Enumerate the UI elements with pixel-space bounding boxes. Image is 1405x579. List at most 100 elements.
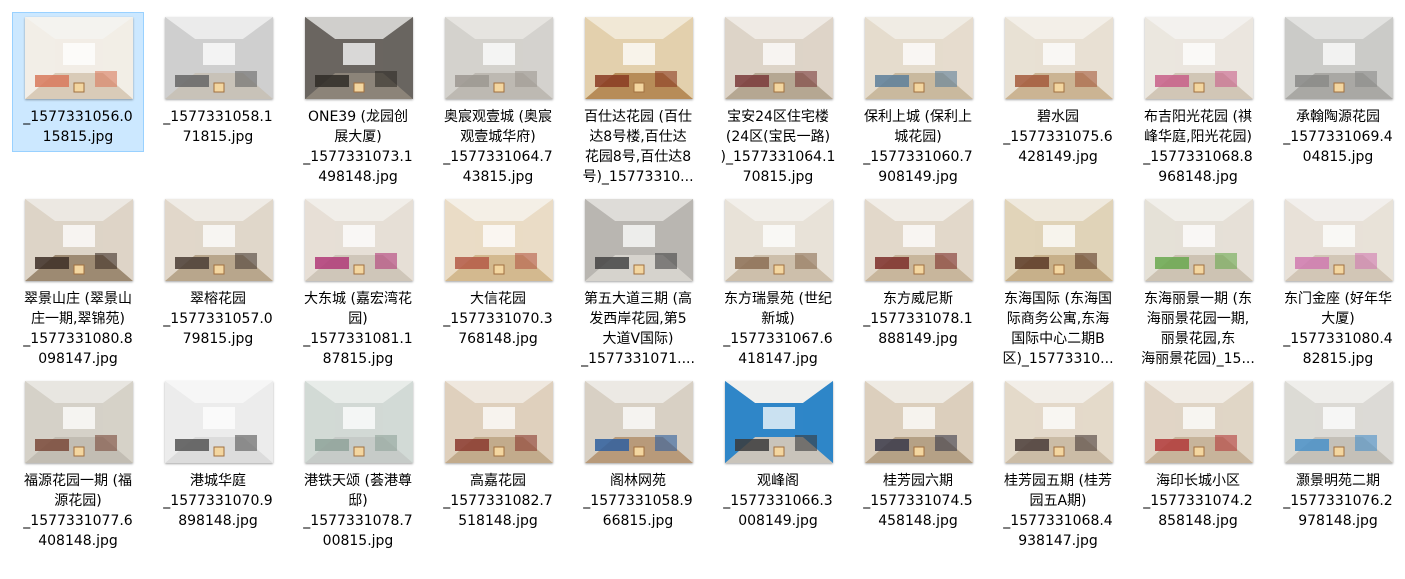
file-name-label: 东方威尼斯 _1577331078.1 888149.jpg (855, 289, 981, 349)
file-item[interactable]: _1577331056.0 15815.jpg (12, 12, 144, 152)
file-thumbnail (1005, 381, 1113, 463)
file-name-line: 418147.jpg (738, 351, 818, 367)
file-name-label: 东门金座 (好年华 大厦) _1577331080.4 82815.jpg (1275, 289, 1401, 369)
file-name-line: 458148.jpg (878, 513, 958, 529)
file-name-line: 大东城 (嘉宏湾花 (304, 291, 412, 307)
file-name-line: 098147.jpg (38, 351, 118, 367)
file-name-line: 港铁天颂 (荟港尊 (304, 473, 412, 489)
file-item[interactable]: 东方威尼斯 _1577331078.1 888149.jpg (852, 194, 984, 364)
file-thumbnail (25, 381, 133, 463)
file-name-line: 15815.jpg (42, 129, 114, 145)
file-name-line: (24区(宝民一路) (725, 129, 831, 145)
file-name-line: _1577331057.0 (163, 311, 273, 327)
file-thumbnail (1145, 199, 1253, 281)
file-name-line: 00815.jpg (322, 533, 394, 549)
file-name-line: 82815.jpg (1302, 351, 1374, 367)
file-name-line: _1577331076.2 (1283, 493, 1393, 509)
file-name-label: 桂芳园六期 _1577331074.5 458148.jpg (855, 471, 981, 531)
file-item[interactable]: 海印长城小区 _1577331074.2 858148.jpg (1132, 376, 1264, 566)
file-item[interactable]: 碧水园 _1577331075.6 428149.jpg (992, 12, 1124, 165)
file-item[interactable]: 港城华庭 _1577331070.9 898148.jpg (152, 376, 284, 566)
file-name-label: 海印长城小区 _1577331074.2 858148.jpg (1135, 471, 1261, 531)
file-item[interactable]: 百仕达花园 (百仕 达8号楼,百仕达 花园8号,百仕达8 号)_15773310... (572, 12, 704, 185)
file-name-line: 新城) (761, 311, 795, 327)
file-name-line: 79815.jpg (182, 331, 254, 347)
file-name-line: 第五大道三期 (高 (584, 291, 692, 307)
file-item[interactable]: 东门金座 (好年华 大厦) _1577331080.4 82815.jpg (1272, 194, 1404, 367)
file-thumbnail (865, 17, 973, 99)
file-name-line: 66815.jpg (602, 513, 674, 529)
file-name-line: _1577331080.4 (1283, 331, 1393, 347)
file-item[interactable]: 布吉阳光花园 (祺 峰华庭,阳光花园) _1577331068.8 968148.jp… (1132, 12, 1264, 185)
file-thumbnail (445, 381, 553, 463)
file-item[interactable]: 阁林网苑 _1577331058.9 66815.jpg (572, 376, 704, 566)
file-item[interactable]: 观峰阁 _1577331066.3 008149.jpg (712, 376, 844, 566)
file-name-line: 达8号楼,百仕达 (589, 129, 687, 145)
file-name-line: 国际中心二期B (1011, 331, 1105, 347)
file-name-line: 号)_15773310... (582, 169, 694, 185)
file-name-line: 87815.jpg (322, 351, 394, 367)
file-item[interactable]: 宝安24区住宅楼 (24区(宝民一路))_1577331064.1 70815.jp… (712, 12, 844, 185)
file-item[interactable]: 福源花园一期 (福 源花园) _1577331077.6 408148.jpg (12, 376, 144, 566)
file-name-line: 大信花园 (470, 291, 526, 307)
file-item[interactable]: 东方瑞景苑 (世纪 新城) _1577331067.6 418147.jpg (712, 194, 844, 367)
file-name-line: 区)_15773310... (1002, 351, 1114, 367)
file-name-label: 大东城 (嘉宏湾花 园) _1577331081.1 87815.jpg (295, 289, 421, 369)
file-thumbnail (865, 381, 973, 463)
file-thumbnail (165, 17, 273, 99)
file-item[interactable]: 奥宸观壹城 (奥宸 观壹城华府) _1577331064.7 43815.jpg (432, 12, 564, 185)
file-name-line: _1577331081.1 (303, 331, 413, 347)
file-item[interactable]: 桂芳园六期 _1577331074.5 458148.jpg (852, 376, 984, 566)
file-name-line: 海丽景花园)_15... (1141, 351, 1255, 367)
file-thumbnail (1145, 381, 1253, 463)
file-item[interactable]: _1577331058.1 71815.jpg (152, 12, 284, 152)
file-name-line: _1577331069.4 (1283, 129, 1393, 145)
file-name-line: 518148.jpg (458, 513, 538, 529)
file-name-line: 灏景明苑二期 (1296, 473, 1380, 489)
file-name-line: 高嘉花园 (470, 473, 526, 489)
file-thumbnail (1145, 17, 1253, 99)
file-item[interactable]: 大信花园 _1577331070.3 768148.jpg (432, 194, 564, 364)
file-name-line: 东方威尼斯 (883, 291, 953, 307)
file-name-line: _1577331074.5 (863, 493, 973, 509)
file-name-line: 展大厦) (334, 129, 382, 145)
file-name-label: 灏景明苑二期 _1577331076.2 978148.jpg (1275, 471, 1401, 531)
file-name-line: _1577331078.1 (863, 311, 973, 327)
file-name-line: 70815.jpg (742, 169, 814, 185)
file-item[interactable]: 翠景山庄 (翠景山 庄一期,翠锦苑) _1577331080.8 098147.jpg (12, 194, 144, 367)
file-name-line: 71815.jpg (182, 129, 254, 145)
file-name-line: _1577331071.... (581, 351, 695, 367)
file-item[interactable]: 东海丽景一期 (东 海丽景花园一期, 丽景花园,东 海丽景花园)_15... (1132, 194, 1264, 367)
file-name-label: 第五大道三期 (高 发西岸花园,第5 大道V国际) _1577331071.... (575, 289, 701, 369)
file-name-label: 大信花园 _1577331070.3 768148.jpg (435, 289, 561, 349)
file-name-line: _1577331082.7 (443, 493, 553, 509)
file-name-line: _1577331070.9 (163, 493, 273, 509)
file-item[interactable]: 东海国际 (东海国 际商务公寓,东海 国际中心二期B 区)_15773310... (992, 194, 1124, 367)
file-name-label: 百仕达花园 (百仕 达8号楼,百仕达 花园8号,百仕达8 号)_15773310... (575, 107, 701, 187)
file-name-label: 福源花园一期 (福 源花园) _1577331077.6 408148.jpg (15, 471, 141, 551)
file-thumbnail (1285, 17, 1393, 99)
file-item[interactable]: 保利上城 (保利上 城花园) _1577331060.7 908149.jpg (852, 12, 984, 185)
file-name-line: 43815.jpg (462, 169, 534, 185)
file-name-line: 海丽景花园一期, (1146, 311, 1250, 327)
file-name-line: 768148.jpg (458, 331, 538, 347)
file-thumbnail (1285, 381, 1393, 463)
file-thumbnail (25, 199, 133, 281)
file-item[interactable]: 桂芳园五期 (桂芳 园五A期) _1577331068.4 938147.jpg (992, 376, 1124, 566)
file-name-line: 峰华庭,阳光花园) (1144, 129, 1252, 145)
file-item[interactable]: 灏景明苑二期 _1577331076.2 978148.jpg (1272, 376, 1404, 566)
file-name-line: 布吉阳光花园 (祺 (1144, 109, 1252, 125)
file-thumbnail (865, 199, 973, 281)
file-item[interactable]: 翠榕花园 _1577331057.0 79815.jpg (152, 194, 284, 364)
file-name-label: _1577331056.0 15815.jpg (15, 107, 141, 147)
file-item[interactable]: ONE39 (龙园创 展大厦) _1577331073.1 498148.jpg (292, 12, 424, 185)
file-item[interactable]: 承翰陶源花园 _1577331069.4 04815.jpg (1272, 12, 1404, 165)
file-name-line: 花园8号,百仕达8 (584, 149, 692, 165)
file-item[interactable]: 大东城 (嘉宏湾花 园) _1577331081.1 87815.jpg (292, 194, 424, 367)
file-name-line: 阁林网苑 (610, 473, 666, 489)
file-name-line: 百仕达花园 (百仕 (584, 109, 692, 125)
file-item[interactable]: 第五大道三期 (高 发西岸花园,第5 大道V国际) _1577331071.... (572, 194, 704, 367)
file-item[interactable]: 高嘉花园 _1577331082.7 518148.jpg (432, 376, 564, 566)
file-name-line: _1577331068.8 (1143, 149, 1253, 165)
file-item[interactable]: 港铁天颂 (荟港尊 邸) _1577331078.7 00815.jpg (292, 376, 424, 566)
